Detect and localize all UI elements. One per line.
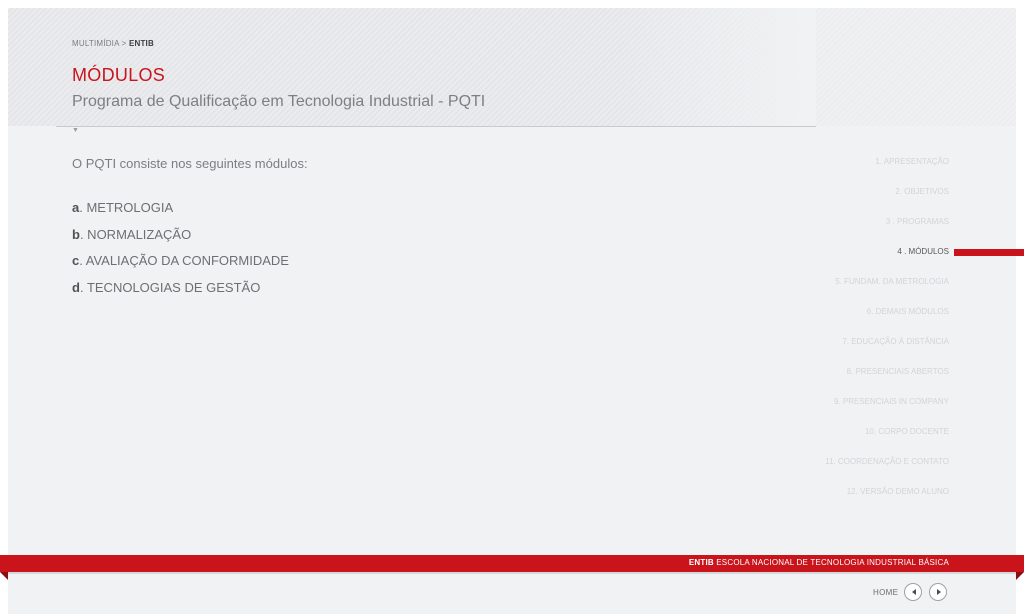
page-subtitle: Programa de Qualificação em Tecnologia I…	[72, 93, 486, 110]
arrow-right-icon	[937, 589, 941, 595]
nav-item-apresentacao[interactable]: 1. APRESENTAÇÃO	[825, 155, 949, 185]
list-item: c. AVALIAÇÃO DA CONFORMIDADE	[72, 253, 289, 280]
module-list: a. METROLOGIA b. NORMALIZAÇÃO c. AVALIAÇ…	[72, 200, 289, 307]
previous-button[interactable]	[904, 583, 922, 601]
module-label: . NORMALIZAÇÃO	[79, 226, 192, 242]
nav-item-versao-demo[interactable]: 12. VERSÃO DEMO ALUNO	[825, 485, 949, 515]
module-letter: d	[72, 280, 80, 296]
list-item: b. NORMALIZAÇÃO	[72, 227, 289, 254]
nav-item-presenciais-abertos[interactable]: 8. PRESENCIAIS ABERTOS	[825, 365, 949, 395]
module-label: . TECNOLOGIAS DE GESTÃO	[79, 280, 261, 296]
module-letter: b	[72, 226, 80, 242]
home-link[interactable]: HOME	[873, 588, 898, 597]
nav-item-presenciais-in-company[interactable]: 9. PRESENCIAIS IN COMPANY	[825, 395, 949, 425]
nav-item-corpo-docente[interactable]: 10. CORPO DOCENTE	[825, 425, 949, 455]
intro-text: O PQTI consiste nos seguintes módulos:	[72, 156, 308, 171]
nav-item-coordenacao-contato[interactable]: 11. COORDENAÇÃO E CONTATO	[825, 455, 949, 485]
module-label: . AVALIAÇÃO DA CONFORMIDADE	[79, 253, 289, 269]
sidebar-nav: 1. APRESENTAÇÃO 2. OBJETIVOS 3 . PROGRAM…	[825, 155, 949, 515]
list-item: a. METROLOGIA	[72, 200, 289, 227]
ribbon-fold-left	[0, 572, 8, 580]
module-label: . METROLOGIA	[79, 200, 174, 215]
header-background-right	[816, 8, 1016, 126]
footer-brand: ENTIB	[688, 558, 714, 567]
ribbon-fold-right	[1016, 572, 1024, 580]
footer-shadow	[8, 572, 1016, 574]
nav-item-educacao-distancia[interactable]: 7. EDUCAÇÃO À DISTÂNCIA	[825, 335, 949, 365]
nav-item-programas[interactable]: 3 . PROGRAMAS	[825, 215, 949, 245]
list-item: d. TECNOLOGIAS DE GESTÃO	[72, 280, 289, 307]
breadcrumb-section[interactable]: MULTIMÍDIA	[72, 39, 119, 48]
nav-item-objetivos[interactable]: 2. OBJETIVOS	[825, 185, 949, 215]
nav-item-modulos[interactable]: 4 . MÓDULOS	[825, 245, 949, 275]
arrow-left-icon	[912, 589, 916, 595]
breadcrumb: MULTIMÍDIA > ENTIB	[72, 39, 154, 48]
footer-text: ENTIB ESCOLA NACIONAL DE TECNOLOGIA INDU…	[689, 558, 949, 567]
nav-item-demais-modulos[interactable]: 6. DEMAIS MÓDULOS	[825, 305, 949, 335]
header-divider	[56, 126, 816, 127]
page-title: MÓDULOS	[72, 65, 166, 85]
breadcrumb-separator: >	[121, 39, 127, 48]
nav-item-fundam-metrologia[interactable]: 5. FUNDAM. DA METROLOGIA	[825, 275, 949, 305]
footer-institution: ESCOLA NACIONAL DE TECNOLOGIA INDUSTRIAL…	[713, 558, 949, 567]
next-button[interactable]	[929, 583, 947, 601]
active-nav-marker	[954, 249, 1024, 256]
breadcrumb-current: ENTIB	[128, 39, 154, 48]
caret-down-icon: ▼	[72, 127, 79, 134]
